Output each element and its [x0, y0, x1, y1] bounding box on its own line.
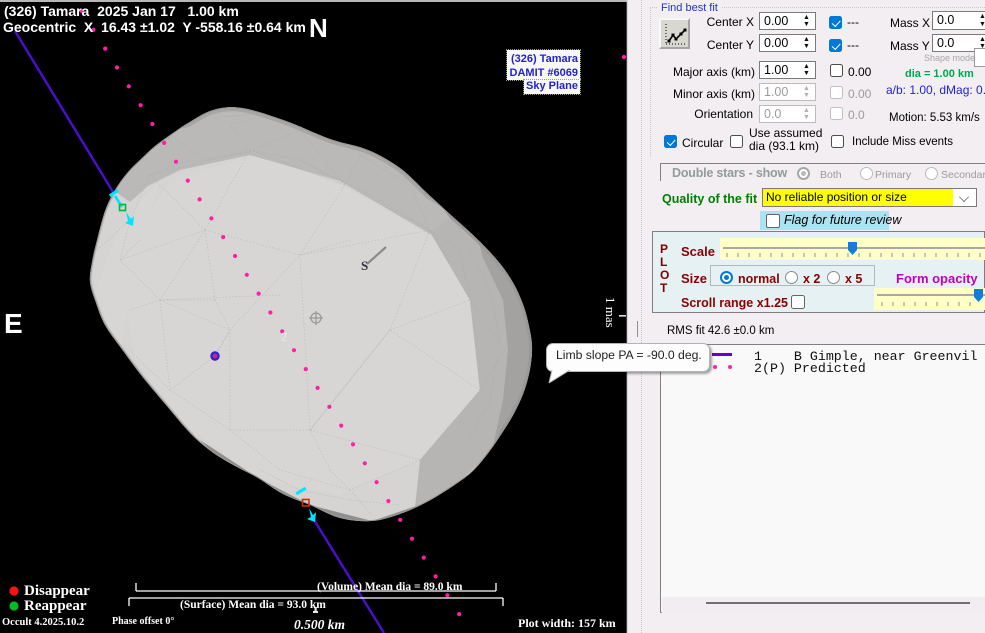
svg-text:S: S [361, 258, 368, 273]
